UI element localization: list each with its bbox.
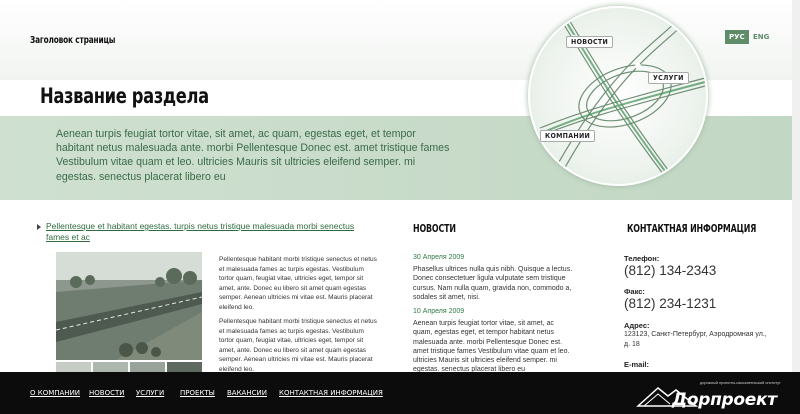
news-heading: НОВОСТИ bbox=[413, 222, 456, 235]
lead-text: Aenean turpis feugiat tortor vitae, sit … bbox=[56, 128, 450, 183]
footer-nav-about[interactable]: О КОМПАНИИ bbox=[30, 389, 80, 397]
interchange-illustration bbox=[528, 6, 708, 186]
contacts-heading: КОНТАКТНАЯ ИНФОРМАЦИЯ bbox=[627, 222, 757, 235]
article-paragraph: Pellentesque habitant morbi tristique se… bbox=[219, 318, 377, 373]
news-text: Aenean turpis feugiat tortor vitae, sit … bbox=[413, 320, 570, 374]
hero-tag-services[interactable]: УСЛУГИ bbox=[648, 72, 689, 84]
hero-tag-news[interactable]: НОВОСТИ bbox=[566, 36, 614, 48]
thumbnail[interactable] bbox=[167, 362, 202, 372]
thumbnail[interactable] bbox=[130, 362, 165, 372]
address-value: 123123, Санкт-Петербург, Аэродромная ул.… bbox=[624, 331, 767, 348]
hero-tag-company[interactable]: КОМПАНИИ bbox=[540, 130, 596, 142]
logo-tagline: дорожный проектно-изыскательский институ… bbox=[700, 381, 781, 385]
section-title: Название раздела bbox=[40, 84, 209, 108]
article-link[interactable]: Pellentesque et habitant egestas. turpis… bbox=[46, 221, 376, 243]
footer-nav-services[interactable]: УСЛУГИ bbox=[136, 389, 164, 397]
article-photo bbox=[56, 252, 202, 360]
lang-ru-button[interactable]: РУС bbox=[725, 30, 749, 44]
footer-nav-projects[interactable]: ПРОЕКТЫ bbox=[180, 389, 215, 397]
thumbnail[interactable] bbox=[93, 362, 128, 372]
lang-en-button[interactable]: ENG bbox=[749, 30, 773, 44]
email-label: E-mail: bbox=[624, 360, 650, 369]
news-date: 10 Апреля 2009 bbox=[413, 308, 465, 315]
news-text: Phasellus ultrices nulla quis nibh. Quis… bbox=[413, 266, 573, 301]
fax-value: (812) 234-1231 bbox=[624, 296, 717, 311]
page-title: Заголовок страницы bbox=[30, 35, 116, 46]
footer-nav-news[interactable]: НОВОСТИ bbox=[89, 389, 125, 397]
phone-value: (812) 134-2343 bbox=[624, 263, 717, 278]
thumbnail[interactable] bbox=[56, 362, 91, 372]
article-body: Pellentesque habitant morbi tristique se… bbox=[219, 255, 379, 379]
address-label: Адрес: bbox=[624, 321, 650, 330]
news-date: 30 Апреля 2009 bbox=[413, 254, 465, 261]
footer-nav-vacancies[interactable]: ВАКАНСИИ bbox=[227, 389, 267, 397]
scrollbar[interactable] bbox=[792, 0, 800, 372]
logo-name[interactable]: Дорпроект bbox=[672, 390, 777, 410]
photo-thumbnails bbox=[56, 362, 202, 372]
road-interchange-icon bbox=[539, 17, 706, 184]
bullet-arrow-icon bbox=[37, 224, 41, 230]
phone-label: Телефон: bbox=[624, 254, 660, 263]
fax-label: Факс: bbox=[624, 287, 645, 296]
footer-nav-contacts[interactable]: КОНТАКТНАЯ ИНФОРМАЦИЯ bbox=[279, 389, 383, 397]
article-paragraph: Pellentesque habitant morbi tristique se… bbox=[219, 256, 377, 311]
